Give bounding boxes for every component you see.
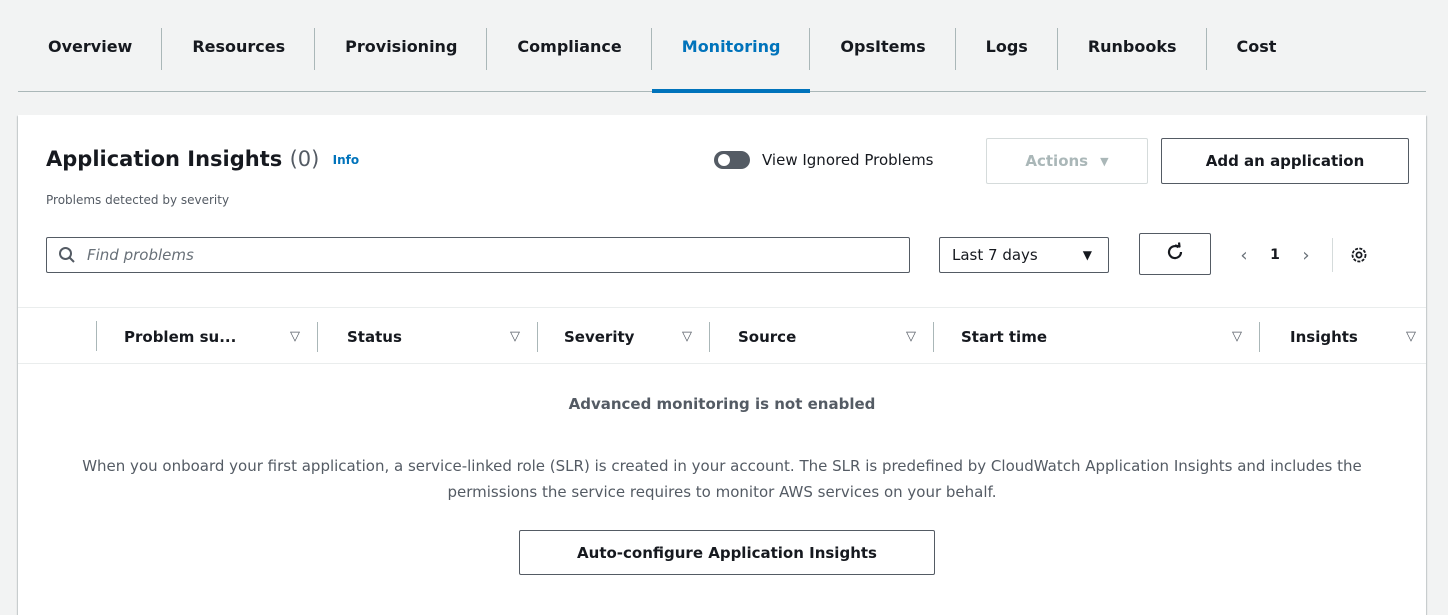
column-label: Status (347, 327, 402, 346)
pagination: ‹ 1 › (1228, 237, 1373, 273)
pager-divider (1332, 238, 1333, 272)
column-start-time[interactable]: Start time ▽ (934, 308, 1260, 365)
add-application-button[interactable]: Add an application (1161, 138, 1409, 184)
caret-down-icon: ▼ (1100, 154, 1109, 168)
search-box (46, 237, 910, 273)
column-status[interactable]: Status ▽ (318, 308, 538, 365)
problem-count: (0) (289, 147, 320, 171)
tab-compliance[interactable]: Compliance (487, 0, 652, 92)
column-label: Severity (564, 327, 635, 346)
table-header: Problem su... ▽ Status ▽ Severity ▽ Sour… (18, 307, 1426, 364)
tab-label: OpsItems (840, 36, 926, 56)
page-number[interactable]: 1 (1260, 247, 1290, 263)
info-link[interactable]: Info (333, 153, 359, 167)
empty-state-description: When you onboard your first application,… (82, 457, 1362, 501)
tab-label: Cost (1236, 36, 1277, 56)
sort-icon: ▽ (682, 329, 692, 344)
tab-opsitems[interactable]: OpsItems (810, 0, 956, 92)
panel-subtitle: Problems detected by severity (46, 193, 230, 207)
chevron-right-icon[interactable]: › (1290, 245, 1322, 266)
column-source[interactable]: Source ▽ (710, 308, 934, 365)
search-icon (47, 246, 87, 264)
column-label: Problem su... (124, 327, 237, 346)
actions-label: Actions (1025, 152, 1089, 170)
settings-icon[interactable] (1345, 245, 1373, 265)
column-problem-summary[interactable]: Problem su... ▽ (96, 308, 318, 365)
tab-label: Runbooks (1087, 36, 1177, 56)
tab-label: Monitoring (681, 36, 781, 56)
tab-monitoring[interactable]: Monitoring (651, 0, 811, 93)
column-label: Insights (1290, 327, 1358, 346)
auto-configure-button[interactable]: Auto-configure Application Insights (519, 530, 935, 575)
tab-label: Logs (985, 36, 1028, 56)
sort-icon: ▽ (1232, 329, 1242, 344)
tab-resources[interactable]: Resources (162, 0, 316, 92)
tab-label: Overview (48, 36, 133, 56)
time-range-value: Last 7 days (952, 246, 1038, 264)
toggle-label: View Ignored Problems (762, 151, 934, 169)
refresh-button[interactable] (1139, 233, 1211, 275)
column-insights[interactable]: Insights ▽ (1260, 308, 1426, 365)
actions-button[interactable]: Actions ▼ (986, 138, 1148, 184)
time-range-select[interactable]: Last 7 days ▼ (939, 237, 1109, 273)
search-input[interactable] (87, 239, 909, 271)
tab-provisioning[interactable]: Provisioning (315, 0, 488, 92)
empty-state-title: Advanced monitoring is not enabled (568, 395, 876, 413)
column-label: Start time (961, 327, 1048, 346)
caret-down-icon: ▼ (1082, 248, 1092, 262)
tab-runbooks[interactable]: Runbooks (1058, 0, 1207, 92)
sort-icon: ▽ (906, 329, 916, 344)
panel-title-text: Application Insights (46, 147, 283, 171)
tab-logs[interactable]: Logs (956, 0, 1058, 92)
sort-icon: ▽ (510, 329, 520, 344)
toggle-switch[interactable] (714, 151, 750, 169)
tab-overview[interactable]: Overview (18, 0, 163, 92)
column-divider (96, 321, 97, 351)
toggle-knob (718, 154, 730, 166)
tab-label: Provisioning (345, 36, 458, 56)
column-label: Source (738, 327, 797, 346)
view-ignored-toggle[interactable]: View Ignored Problems (714, 151, 934, 169)
sort-icon: ▽ (1406, 329, 1416, 344)
application-insights-panel: Application Insights (0) Info Problems d… (18, 115, 1426, 615)
chevron-left-icon[interactable]: ‹ (1228, 245, 1260, 266)
panel-title: Application Insights (0) Info (46, 147, 359, 171)
refresh-icon (1164, 241, 1186, 267)
tab-cost[interactable]: Cost (1207, 0, 1307, 92)
tab-bar: Overview Resources Provisioning Complian… (18, 0, 1426, 93)
column-severity[interactable]: Severity ▽ (538, 308, 710, 365)
sort-icon: ▽ (290, 329, 300, 344)
tab-label: Resources (192, 36, 286, 56)
tab-label: Compliance (517, 36, 622, 56)
tab-list: Overview Resources Provisioning Complian… (18, 0, 1426, 93)
